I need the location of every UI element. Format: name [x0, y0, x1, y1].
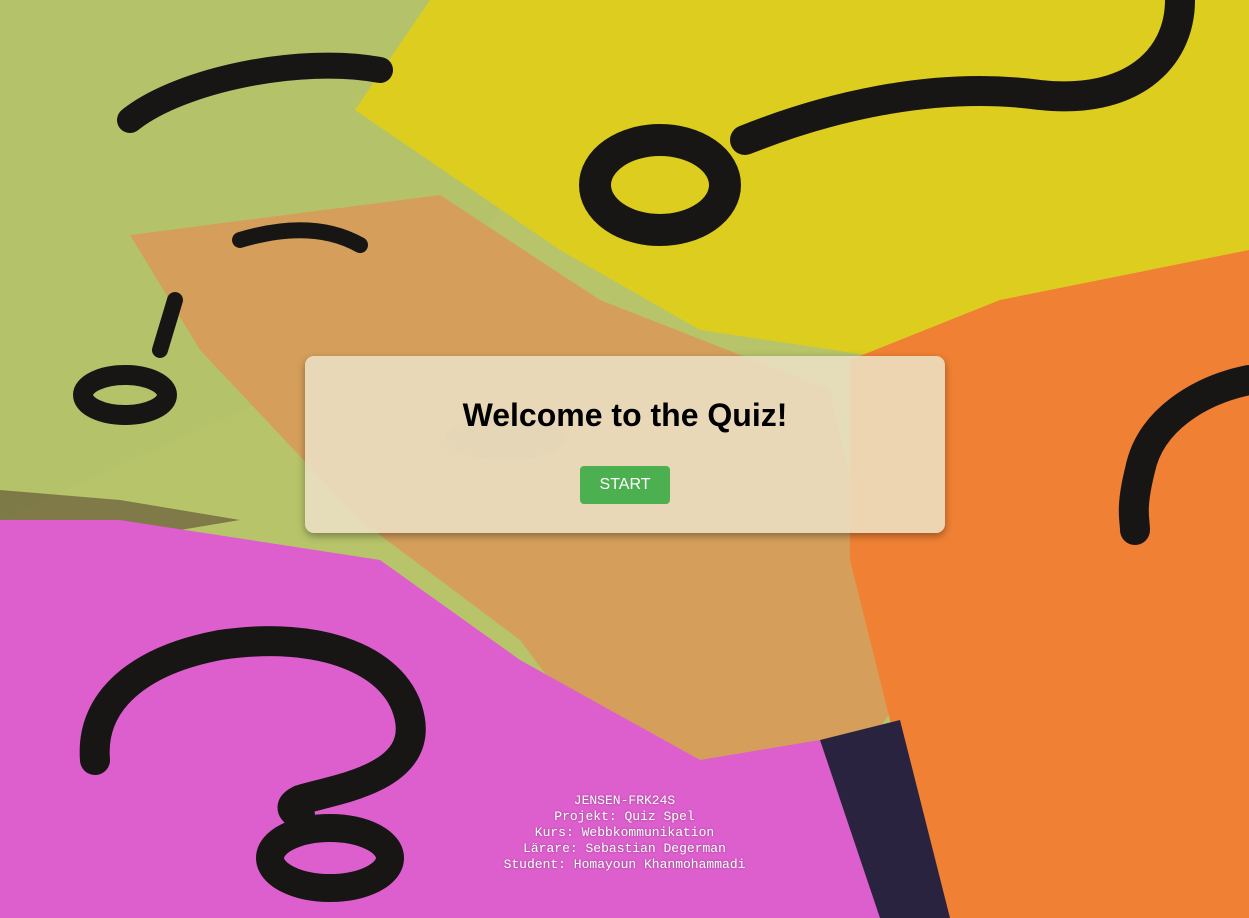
credits-line-teacher: Lärare: Sebastian Degerman: [523, 841, 726, 856]
start-button[interactable]: START: [580, 466, 670, 504]
page: Welcome to the Quiz! START JENSEN-FRK24S…: [0, 0, 1249, 918]
credits-line-course: Kurs: Webbkommunikation: [534, 825, 715, 840]
credits-line-class: JENSEN-FRK24S: [573, 793, 676, 808]
credits-footer: JENSEN-FRK24S Projekt: Quiz Spel Kurs: W…: [0, 793, 1249, 873]
credits-line-project: Projekt: Quiz Spel: [554, 809, 695, 824]
welcome-card: Welcome to the Quiz! START: [305, 356, 945, 533]
credits-line-student: Student: Homayoun Khanmohammadi: [503, 857, 746, 872]
welcome-title: Welcome to the Quiz!: [462, 397, 788, 433]
